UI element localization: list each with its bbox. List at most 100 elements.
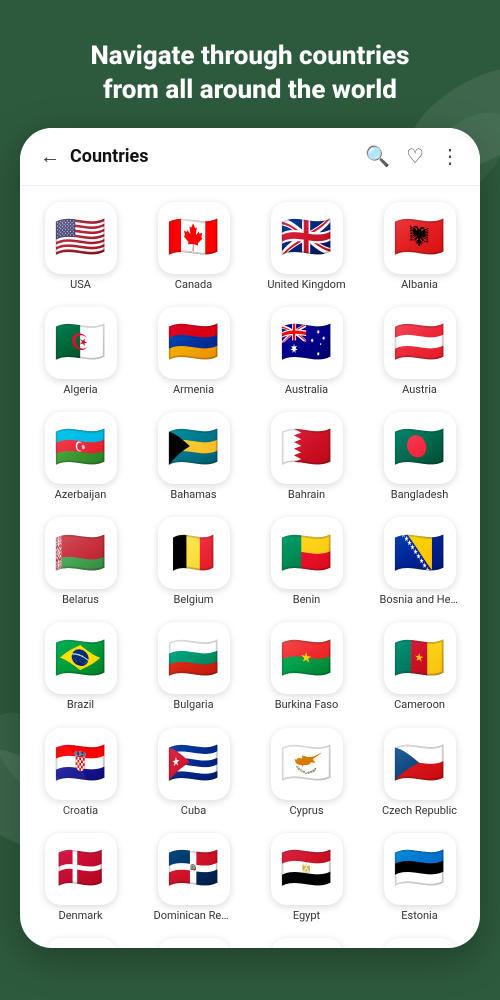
- country-item[interactable]: 🇧🇾 Belarus: [24, 509, 137, 614]
- flag-icon: 🇧🇪: [158, 517, 230, 589]
- flag-icon: 🇬🇲: [271, 938, 343, 948]
- flag-icon: 🇦🇱: [384, 202, 456, 274]
- flag-icon: 🇦🇲: [158, 307, 230, 379]
- flag-icon: 🇭🇷: [45, 728, 117, 800]
- country-name: Austria: [402, 383, 437, 396]
- header-title: Navigate through countriesfrom all aroun…: [91, 41, 410, 105]
- flag-icon: 🇫🇮: [45, 938, 117, 948]
- flag-icon: 🇨🇺: [158, 728, 230, 800]
- country-item[interactable]: 🇪🇬 Egypt: [250, 825, 363, 930]
- flag-icon: 🇦🇹: [384, 307, 456, 379]
- country-item[interactable]: 🇨🇦 Canada: [137, 194, 250, 299]
- country-item[interactable]: 🇦🇲 Armenia: [137, 299, 250, 404]
- country-item[interactable]: 🇫🇮Finland: [24, 930, 137, 948]
- flag-icon: 🇧🇭: [271, 412, 343, 484]
- country-name: Belgium: [174, 593, 214, 606]
- country-item[interactable]: 🇧🇯 Benin: [250, 509, 363, 614]
- country-item[interactable]: 🇩🇴 Dominican Rep...: [137, 825, 250, 930]
- country-item[interactable]: 🇧🇭Bahrain: [250, 404, 363, 509]
- country-name: Estonia: [401, 909, 437, 922]
- flag-icon: 🇩🇴: [158, 833, 230, 905]
- country-name: Cyprus: [289, 804, 323, 817]
- flag-icon: 🇩🇪: [384, 938, 456, 948]
- country-item[interactable]: 🇧🇪 Belgium: [137, 509, 250, 614]
- country-name: Cameroon: [394, 698, 445, 711]
- flag-icon: 🇩🇰: [45, 833, 117, 905]
- flag-icon: 🇧🇷: [45, 622, 117, 694]
- country-name: Canada: [175, 278, 212, 291]
- country-item[interactable]: 🇪🇪 Estonia: [363, 825, 476, 930]
- flag-icon: 🇧🇸: [158, 412, 230, 484]
- flag-icon: 🇧🇦: [384, 517, 456, 589]
- country-item[interactable]: 🇬🇲Gambia: [250, 930, 363, 948]
- country-item[interactable]: 🇦🇺 Australia: [250, 299, 363, 404]
- country-name: Armenia: [173, 383, 214, 396]
- countries-grid: 🇺🇸 USA 🇨🇦 Canada 🇬🇧 United Kingdom 🇦🇱 Albania 🇩🇿…: [20, 186, 480, 948]
- header-section: Navigate through countriesfrom all aroun…: [0, 0, 500, 128]
- country-item[interactable]: 🇦🇱 Albania: [363, 194, 476, 299]
- country-item[interactable]: 🇦🇿 Azerbaijan: [24, 404, 137, 509]
- flag-icon: 🇪🇪: [384, 833, 456, 905]
- country-item[interactable]: 🇧🇸 Bahamas: [137, 404, 250, 509]
- country-item[interactable]: 🇩🇰 Denmark: [24, 825, 137, 930]
- country-name: Burkina Faso: [275, 698, 339, 711]
- search-icon[interactable]: 🔍: [365, 144, 390, 168]
- country-item[interactable]: 🇧🇬Bulgaria: [137, 614, 250, 719]
- phone-container: ← Countries 🔍 ♡ ⋮ 🇺🇸 USA 🇨🇦 Canada 🇬🇧 United …: [20, 128, 480, 948]
- country-item[interactable]: 🇫🇷France: [137, 930, 250, 948]
- country-name: Cuba: [181, 804, 206, 817]
- more-icon[interactable]: ⋮: [440, 144, 460, 168]
- country-name: Denmark: [58, 909, 102, 922]
- country-name: Algeria: [63, 383, 97, 396]
- flag-icon: 🇧🇾: [45, 517, 117, 589]
- flag-icon: 🇧🇫: [271, 622, 343, 694]
- flag-icon: 🇺🇸: [45, 202, 117, 274]
- header-icons: 🔍 ♡ ⋮: [365, 144, 460, 168]
- flag-icon: 🇫🇷: [158, 938, 230, 948]
- country-name: Brazil: [67, 698, 94, 711]
- country-name: Azerbaijan: [55, 488, 107, 501]
- flag-icon: 🇪🇬: [271, 833, 343, 905]
- flag-icon: 🇨🇲: [384, 622, 456, 694]
- flag-icon: 🇦🇿: [45, 412, 117, 484]
- country-name: Australia: [285, 383, 328, 396]
- favorite-icon[interactable]: ♡: [406, 144, 424, 168]
- country-item[interactable]: 🇨🇾 Cyprus: [250, 720, 363, 825]
- back-button[interactable]: ←: [40, 144, 60, 169]
- country-item[interactable]: 🇦🇹 Austria: [363, 299, 476, 404]
- country-name: Belarus: [62, 593, 99, 606]
- flag-icon: 🇨🇦: [158, 202, 230, 274]
- country-item[interactable]: 🇭🇷Croatia: [24, 720, 137, 825]
- country-name: Bosnia and Her...: [380, 593, 460, 606]
- flag-icon: 🇦🇺: [271, 307, 343, 379]
- country-item[interactable]: 🇧🇦 Bosnia and Her...: [363, 509, 476, 614]
- flag-icon: 🇧🇩: [384, 412, 456, 484]
- flag-icon: 🇧🇬: [158, 622, 230, 694]
- country-item[interactable]: 🇧🇫 Burkina Faso: [250, 614, 363, 719]
- country-name: Albania: [401, 278, 438, 291]
- country-item[interactable]: 🇺🇸 USA: [24, 194, 137, 299]
- flag-icon: 🇬🇧: [271, 202, 343, 274]
- app-header: ← Countries 🔍 ♡ ⋮: [20, 128, 480, 186]
- country-name: USA: [70, 278, 91, 291]
- country-item[interactable]: 🇩🇿 Algeria: [24, 299, 137, 404]
- country-item[interactable]: 🇬🇧 United Kingdom: [250, 194, 363, 299]
- country-name: Czech Republic: [382, 804, 457, 817]
- flag-icon: 🇨🇾: [271, 728, 343, 800]
- country-item[interactable]: 🇧🇷 Brazil: [24, 614, 137, 719]
- flag-icon: 🇨🇿: [384, 728, 456, 800]
- flag-icon: 🇧🇯: [271, 517, 343, 589]
- country-item[interactable]: 🇧🇩 Bangladesh: [363, 404, 476, 509]
- country-name: Egypt: [293, 909, 320, 922]
- page-title: Countries: [70, 146, 365, 167]
- country-name: Bahamas: [170, 488, 216, 501]
- country-name: Bangladesh: [391, 488, 449, 501]
- country-name: Dominican Rep...: [154, 909, 234, 922]
- country-item[interactable]: 🇩🇪G...: [363, 930, 476, 948]
- country-name: United Kingdom: [267, 278, 345, 291]
- country-item[interactable]: 🇨🇺 Cuba: [137, 720, 250, 825]
- country-name: Benin: [293, 593, 321, 606]
- country-item[interactable]: 🇨🇿 Czech Republic: [363, 720, 476, 825]
- flag-icon: 🇩🇿: [45, 307, 117, 379]
- country-item[interactable]: 🇨🇲 Cameroon: [363, 614, 476, 719]
